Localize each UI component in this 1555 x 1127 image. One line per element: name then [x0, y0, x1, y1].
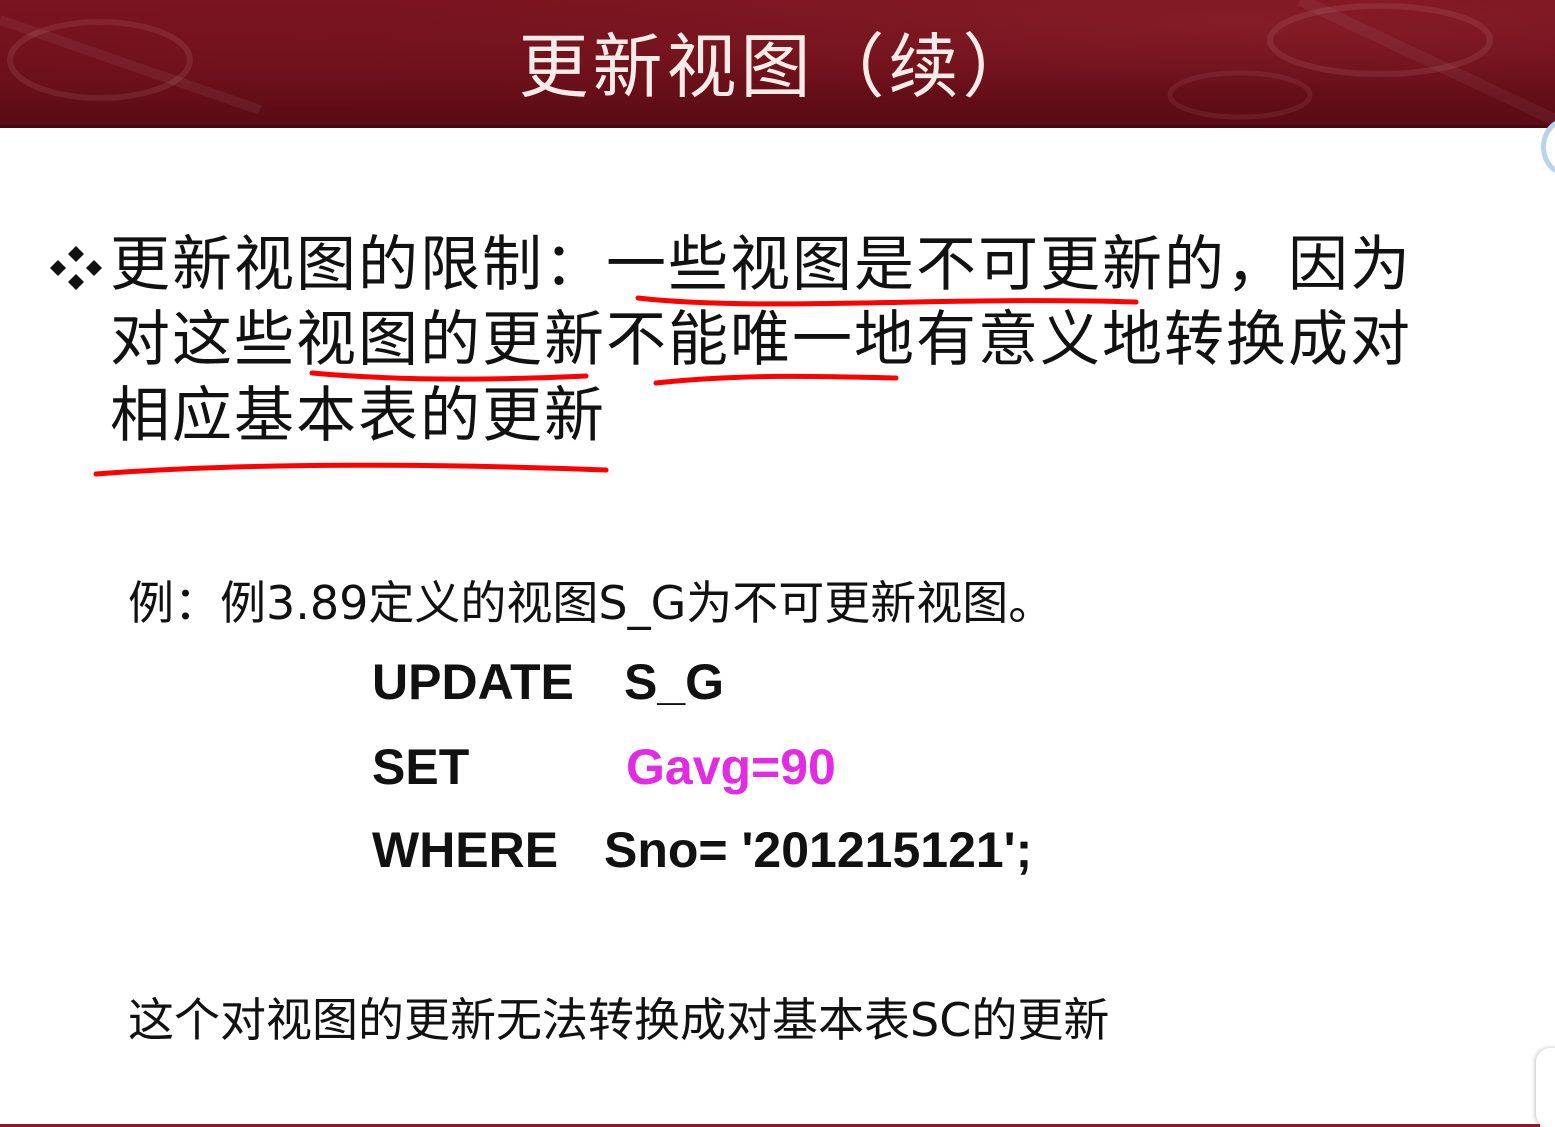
bullet-text-line-3: 相应基本表的更新	[110, 381, 606, 451]
red-underline-4	[93, 462, 609, 477]
example-intro: 例：例3.89定义的视图S_G为不可更新视图。	[128, 576, 1055, 630]
bullet-text-line-2: 对这些视图的更新不能唯一地有意义地转换成对	[110, 305, 1412, 375]
conclusion-text: 这个对视图的更新无法转换成对基本表SC的更新	[128, 993, 1110, 1047]
side-scroll-handle[interactable]	[1536, 1048, 1555, 1127]
code-set-assignment: Gavg=90	[626, 739, 836, 795]
code-update-keyword: UPDATE	[372, 654, 574, 710]
code-update-target: S_G	[624, 654, 725, 710]
code-where-condition: Sno= '201215121';	[604, 822, 1033, 878]
code-set-keyword: SET	[372, 739, 470, 795]
red-underline-3	[653, 373, 899, 386]
banner-divider	[0, 125, 1555, 128]
diamond-bullet-icon	[50, 246, 102, 290]
slide-title: 更新视图（续）	[518, 26, 1037, 108]
title-banner: 更新视图（续）	[0, 0, 1555, 127]
bullet-text-line-1: 更新视图的限制：一些视图是不可更新的，因为	[110, 230, 1412, 300]
handwritten-underline-annotations	[93, 295, 1139, 477]
code-where-keyword: WHERE	[372, 822, 559, 878]
